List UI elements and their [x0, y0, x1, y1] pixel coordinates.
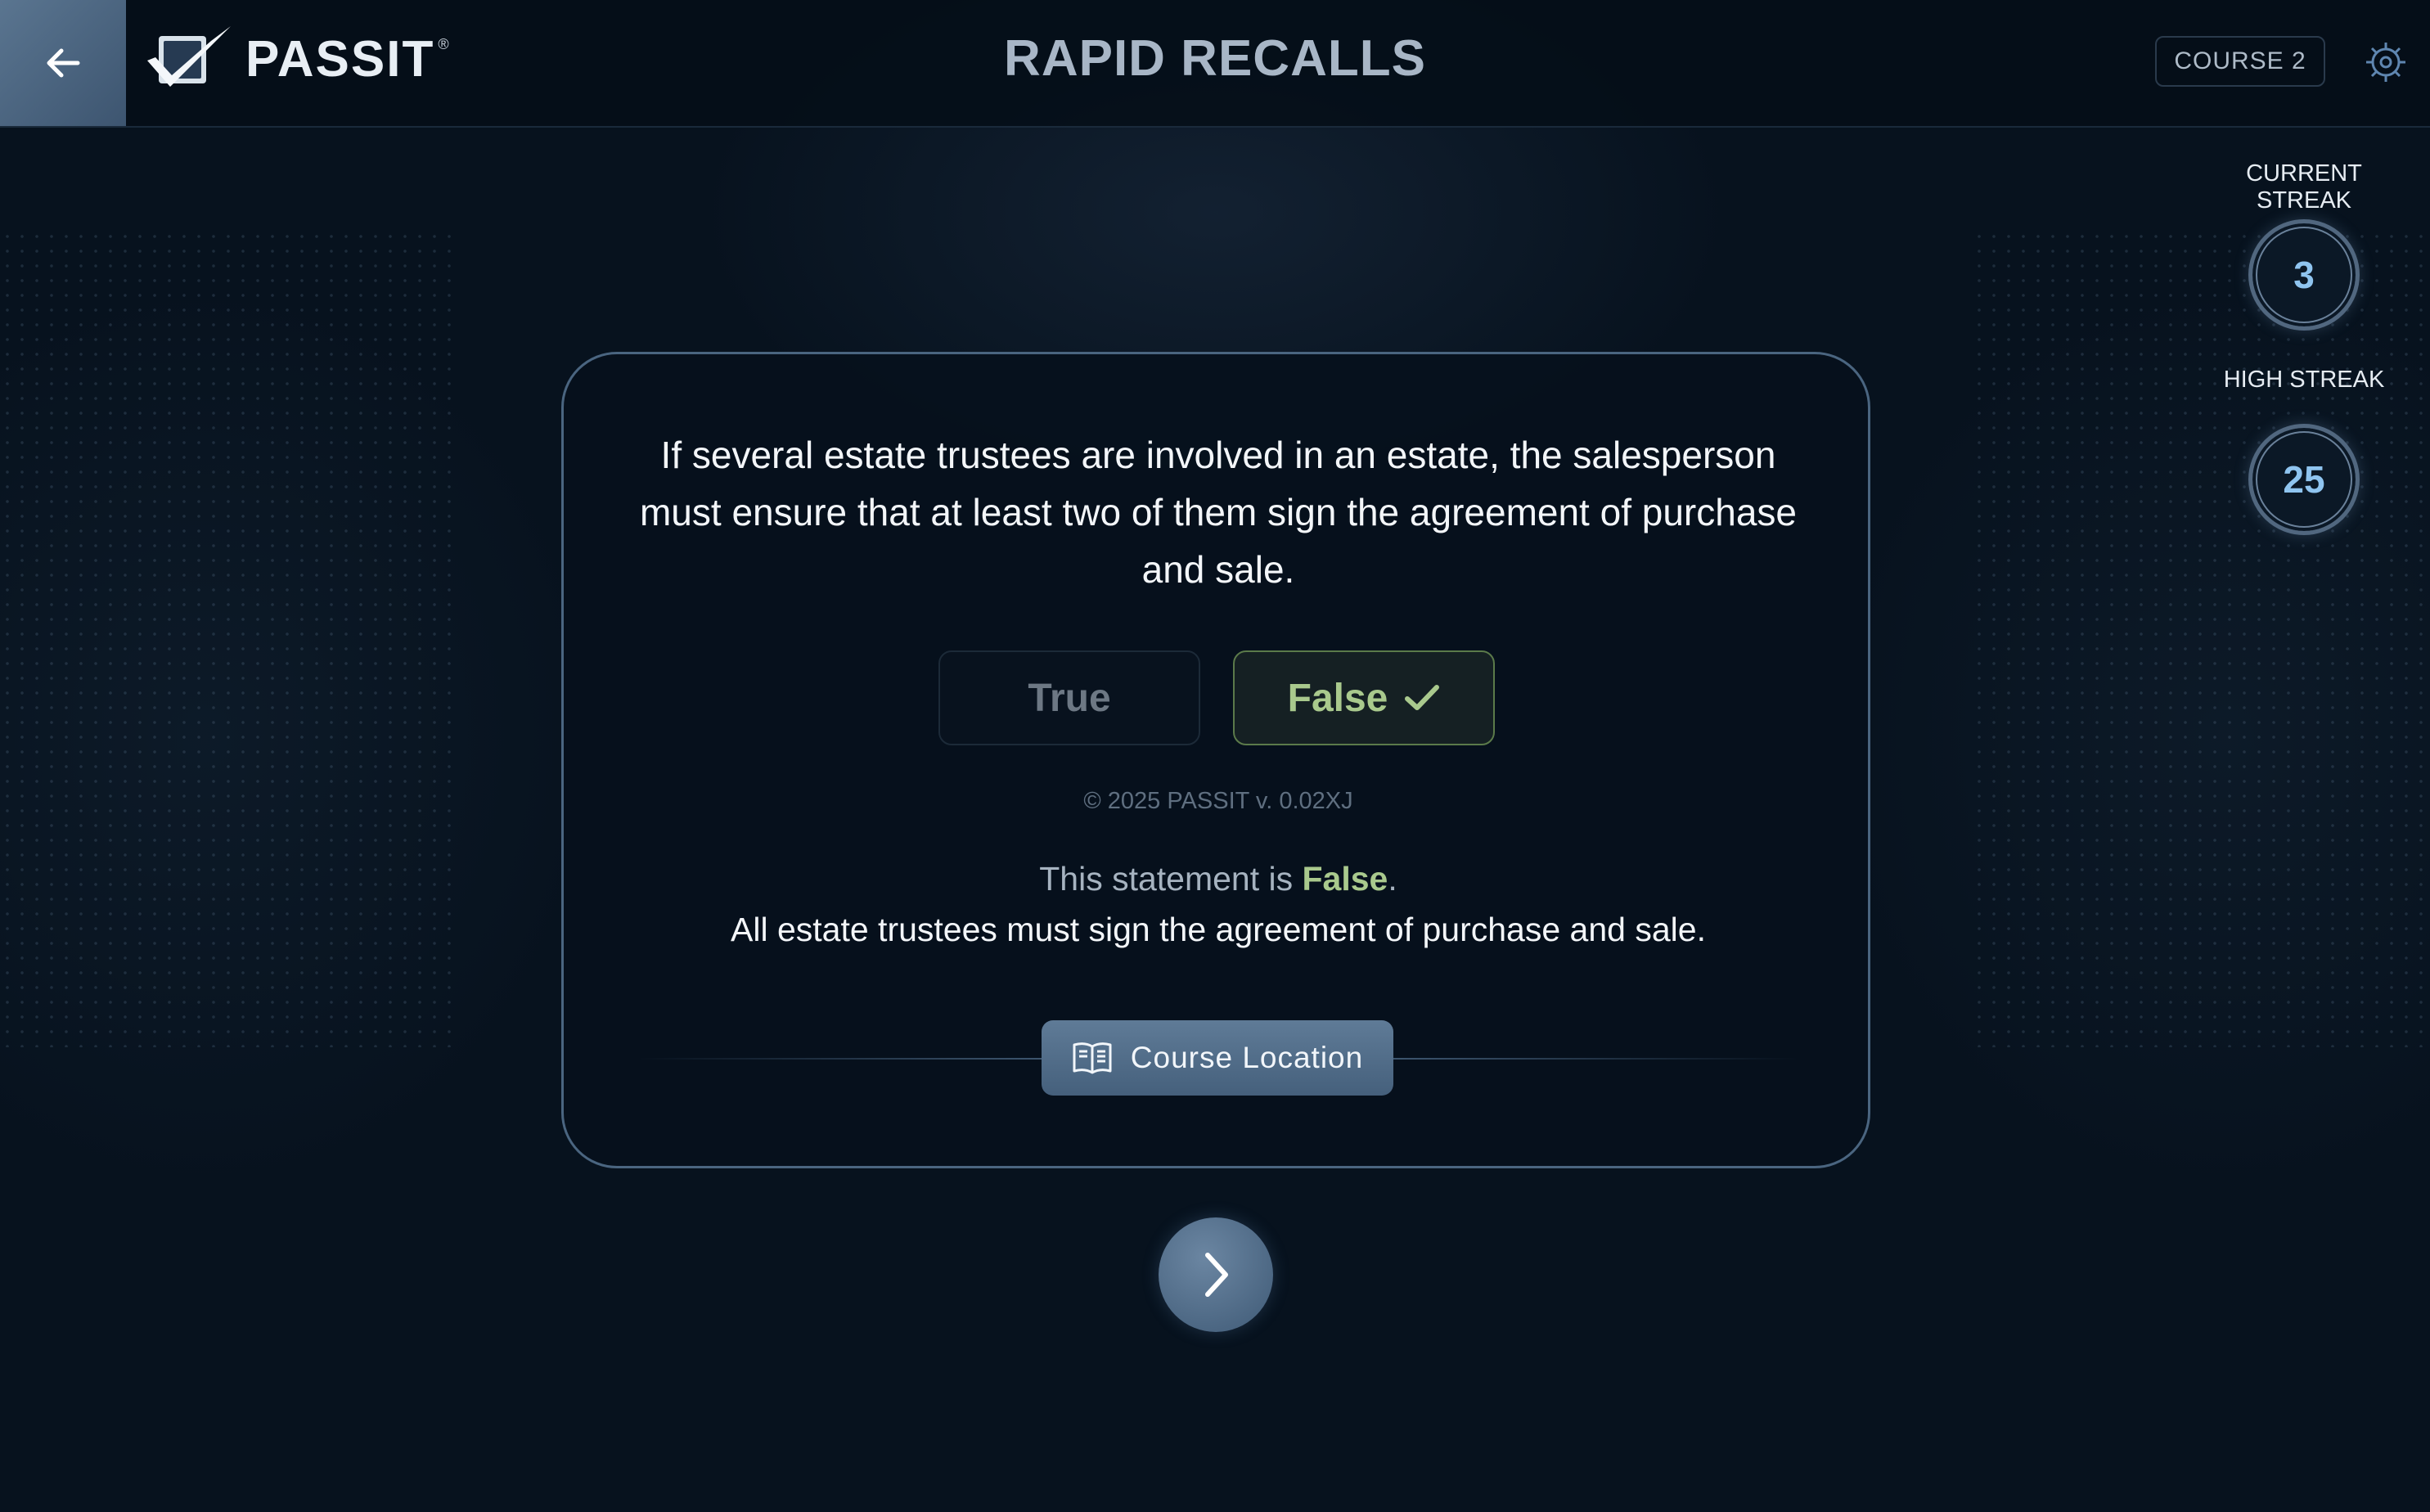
- page-title: RAPID RECALLS: [1004, 30, 1426, 87]
- question-card: If several estate trustees are involved …: [561, 352, 1870, 1168]
- course-location-label: Course Location: [1130, 1041, 1364, 1074]
- checkbox-logo-icon: [147, 26, 231, 87]
- background-dot-pattern-left: [0, 229, 458, 1047]
- current-streak-label: CURRENT STREAK: [2246, 160, 2362, 214]
- top-bar: PASSIT ® RAPID RECALLS COURSE 2: [0, 0, 2430, 128]
- result-prefix: This statement is: [1039, 860, 1303, 898]
- logo-text: PASSIT: [245, 30, 435, 88]
- high-streak-label: HIGH STREAK: [2223, 367, 2385, 393]
- copyright-text: © 2025 PASSIT v. 0.02XJ: [1083, 788, 1353, 814]
- chevron-right-icon: [1205, 1253, 1228, 1297]
- passit-logo: PASSIT ®: [142, 25, 449, 93]
- divider-right: [1357, 1058, 1799, 1060]
- result-statement: This statement is False.: [564, 860, 1873, 898]
- gear-icon[interactable]: [2363, 39, 2409, 85]
- false-option-label: False: [1287, 676, 1388, 720]
- course-location-button[interactable]: Course Location: [1042, 1020, 1393, 1096]
- divider-left: [637, 1058, 1079, 1060]
- current-streak-value: 3: [2248, 219, 2360, 331]
- checkmark-icon: [1405, 685, 1440, 710]
- true-option-label: True: [1028, 676, 1111, 720]
- background-dot-pattern-right: [1972, 229, 2430, 1047]
- next-button[interactable]: [1159, 1217, 1273, 1332]
- result-suffix: .: [1388, 860, 1397, 898]
- open-book-icon: [1073, 1042, 1112, 1074]
- course-badge[interactable]: COURSE 2: [2155, 36, 2325, 87]
- explanation-text: All estate trustees must sign the agreem…: [731, 911, 1706, 948]
- true-option-button[interactable]: True: [938, 650, 1200, 745]
- result-answer: False: [1302, 860, 1388, 898]
- false-option-button[interactable]: False: [1233, 650, 1495, 745]
- high-streak-value: 25: [2248, 424, 2360, 535]
- question-text: If several estate trustees are involved …: [639, 434, 1797, 591]
- logo-registered-mark: ®: [438, 36, 449, 52]
- arrow-left-icon: [47, 48, 80, 78]
- back-button[interactable]: [0, 0, 126, 126]
